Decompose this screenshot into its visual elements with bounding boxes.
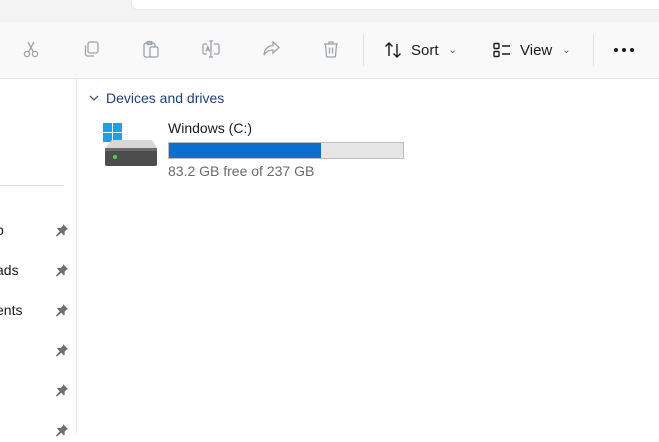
nav-item-label: ads [0, 262, 19, 278]
address-strip [0, 0, 659, 23]
chevron-down-icon [89, 95, 99, 101]
devices-and-drives-header[interactable]: Devices and drives [88, 90, 224, 106]
nav-item[interactable] [0, 338, 76, 362]
pin-icon[interactable] [55, 383, 69, 397]
share-icon[interactable] [260, 38, 282, 60]
more-options-button[interactable] [610, 42, 638, 58]
view-label: View [520, 41, 553, 59]
rename-icon[interactable] [200, 38, 222, 60]
command-bar: Sort ⌄ View ⌄ [0, 22, 659, 79]
nav-item[interactable] [0, 418, 76, 442]
more-dot [614, 48, 618, 52]
nav-item-label: ents [0, 302, 23, 318]
nav-item[interactable] [0, 378, 76, 402]
pin-icon[interactable] [55, 423, 69, 437]
toolbar-separator [363, 34, 364, 66]
copy-icon[interactable] [80, 38, 102, 60]
sort-label: Sort [411, 41, 439, 59]
address-bar[interactable] [131, 0, 659, 10]
pin-icon[interactable] [55, 263, 69, 277]
pin-icon[interactable] [55, 223, 69, 237]
hard-drive-icon [103, 123, 157, 166]
chevron-down-icon: ⌄ [562, 44, 571, 56]
toolbar-separator [593, 34, 594, 66]
nav-item-label: p [0, 222, 4, 238]
drive-item[interactable]: Windows (C:) 83.2 GB free of 237 GB [100, 118, 420, 184]
sort-button[interactable]: Sort ⌄ [383, 36, 457, 64]
chevron-down-icon: ⌄ [448, 44, 457, 56]
view-button[interactable]: View ⌄ [492, 36, 571, 64]
drive-free-space: 83.2 GB free of 237 GB [168, 163, 315, 179]
sort-icon [385, 42, 401, 58]
drive-name: Windows (C:) [168, 120, 253, 136]
nav-item[interactable]: p [0, 218, 76, 242]
pin-icon[interactable] [55, 303, 69, 317]
nav-item[interactable]: ents [0, 298, 76, 322]
nav-divider [0, 185, 64, 186]
delete-icon[interactable] [320, 38, 342, 60]
drive-usage-bar [168, 142, 404, 159]
pin-icon[interactable] [55, 343, 69, 357]
more-dot [630, 48, 634, 52]
nav-item[interactable]: ads [0, 258, 76, 282]
drive-usage-fill [169, 143, 321, 158]
paste-icon[interactable] [140, 38, 162, 60]
view-icon [493, 42, 510, 58]
section-title: Devices and drives [106, 90, 225, 106]
more-dot [622, 48, 626, 52]
cut-icon[interactable] [20, 38, 42, 60]
